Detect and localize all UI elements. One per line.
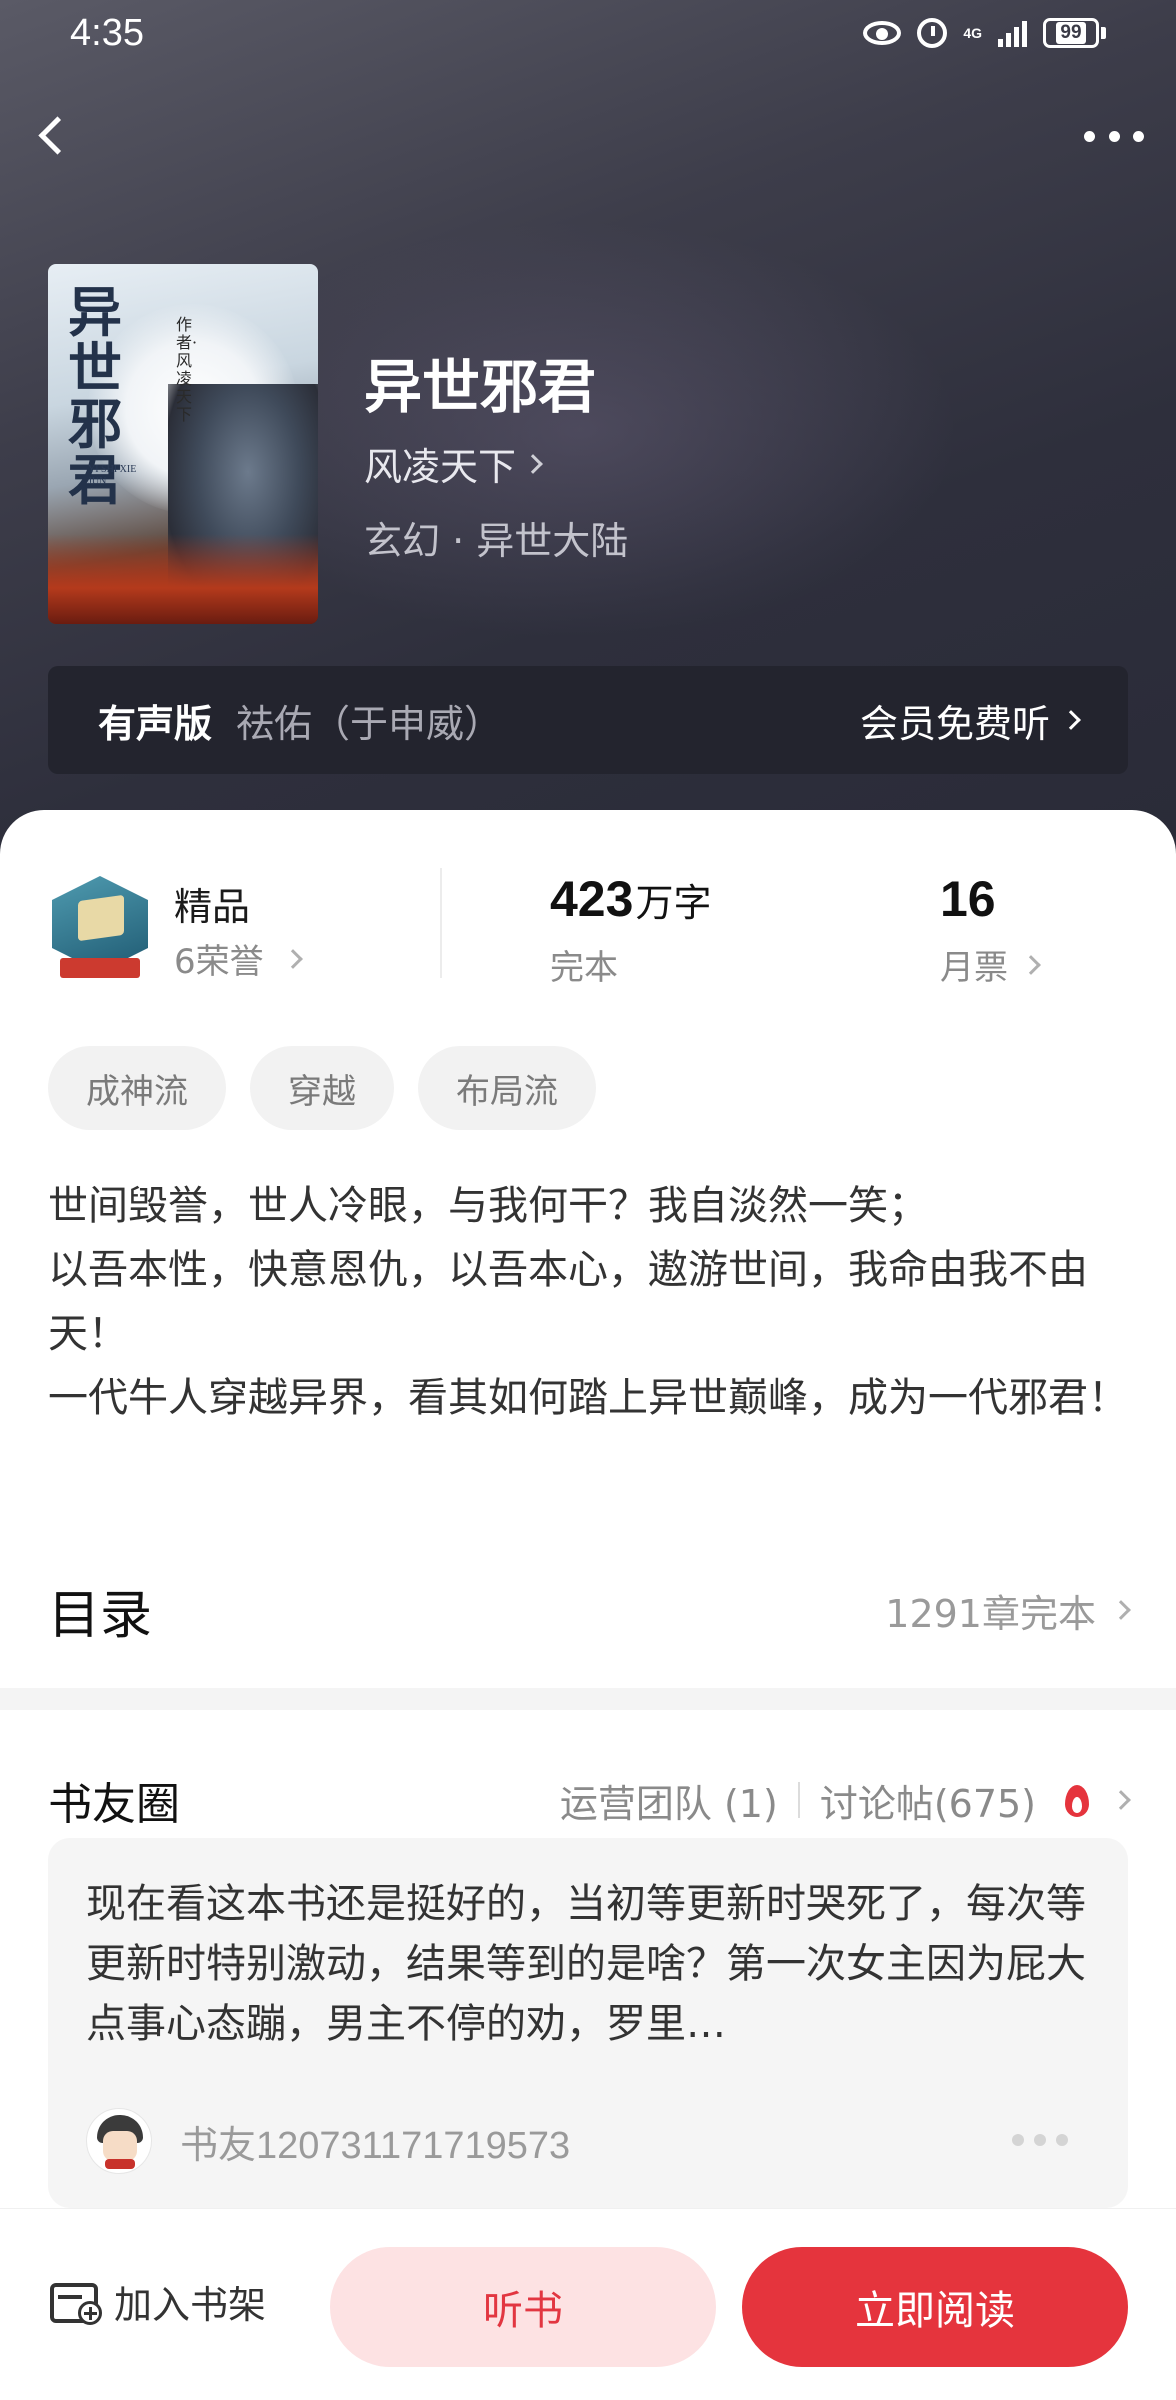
author-name: 风凌天下 <box>364 445 517 489</box>
toc-title: 目录 <box>48 1585 153 1646</box>
divider <box>797 1782 800 1818</box>
intro-line: 一代牛人穿越异界，看其如何踏上异世巅峰，成为一代邪君！ <box>48 1375 1128 1421</box>
circle-title: 书友圈 <box>48 1779 180 1830</box>
monthly-tickets-count: 16 <box>940 871 996 927</box>
chevron-right-icon <box>523 453 543 474</box>
word-count-number: 423 <box>550 871 634 927</box>
book-cover[interactable]: 异世邪君 作者·风凌天下 YI SHI XIE JUN <box>48 264 318 624</box>
chevron-right-icon <box>1111 1790 1131 1810</box>
premium-badge-icon <box>52 876 148 980</box>
avatar <box>86 2108 152 2174</box>
bookshelf-add-icon <box>48 2277 104 2325</box>
battery-level: 99 <box>1056 22 1086 44</box>
circle-meta: 运营团队 (1) 讨论帖(675) <box>560 1773 1131 1828</box>
book-friends-circle: 书友圈 运营团队 (1) 讨论帖(675) 现在看这本书还是挺好的，当初等更新时… <box>0 1710 1176 2208</box>
status-time: 4:35 <box>70 12 144 54</box>
bottom-action-bar: 加入书架 听书 立即阅读 <box>0 2208 1176 2400</box>
discussion-post[interactable]: 现在看这本书还是挺好的，当初等更新时哭死了，每次等更新时特别激动，结果等到的是啥… <box>48 1838 1128 2208</box>
cover-author: 作者·风凌天下 <box>176 315 198 424</box>
word-count: 423 万字 <box>550 870 711 928</box>
post-author[interactable]: 书友120731171719573 <box>86 2106 570 2176</box>
book-intro[interactable]: 世间毁誉，世人冷眼，与我何干？我自淡然一笑； 以吾本性，快意恩仇，以吾本心，遨游… <box>48 1174 1138 1430</box>
toc-chapter-count: 1291章完本 <box>885 1583 1131 1638</box>
divider <box>440 868 442 978</box>
tag-chip[interactable]: 布局流 <box>418 1046 596 1130</box>
chevron-right-icon <box>1111 1600 1131 1620</box>
fire-icon <box>1062 1781 1092 1819</box>
monthly-tickets-link[interactable]: 月票 <box>940 940 1041 989</box>
signal-icon <box>998 19 1027 47</box>
book-title: 异世邪君 <box>364 353 597 421</box>
section-divider <box>0 1688 1176 1710</box>
completion-status: 完本 <box>550 948 618 988</box>
honors-link[interactable]: 6荣誉 <box>174 934 303 983</box>
chevron-right-icon <box>1061 710 1081 730</box>
chevron-right-icon <box>282 948 303 969</box>
listen-button[interactable]: 听书 <box>330 2247 716 2367</box>
book-header: 4:35 4G 99 异世邪君 作者·风凌天下 YI SHI XIE JUN 异… <box>0 0 1176 860</box>
add-to-shelf-label: 加入书架 <box>114 2282 267 2327</box>
audio-narrator: 祛佑（于申威） <box>236 701 503 746</box>
alarm-icon <box>917 18 948 48</box>
author-link[interactable]: 风凌天下 <box>364 436 543 491</box>
book-info-card: 精品 6荣誉 423 万字 完本 16 月票 成神流 穿越 布局流 世间毁誉，世… <box>0 810 1176 1690</box>
tag-chip[interactable]: 成神流 <box>48 1046 226 1130</box>
audio-version-bar[interactable]: 有声版 祛佑（于申威） 会员免费听 <box>48 666 1128 774</box>
book-genre: 玄幻 · 异世大陆 <box>364 519 629 563</box>
post-more-icon[interactable] <box>1012 2134 1068 2146</box>
status-icons: 4G 99 <box>863 18 1106 48</box>
intro-line: 世间毁誉，世人冷眼，与我何干？我自淡然一笑； <box>48 1183 928 1229</box>
word-count-unit: 万字 <box>635 881 712 925</box>
add-to-shelf-button[interactable]: 加入书架 <box>48 2259 266 2343</box>
post-username: 书友120731171719573 <box>180 2124 571 2167</box>
eye-icon <box>863 21 902 45</box>
chapter-count-label: 1291章完本 <box>885 1591 1096 1636</box>
audio-label: 有声版 <box>98 701 213 746</box>
monthly-tickets-label: 月票 <box>940 948 1008 988</box>
discussions-link[interactable]: 讨论帖(675) <box>820 1773 1036 1828</box>
table-of-contents-row[interactable]: 目录 1291章完本 <box>48 1566 1131 1654</box>
battery-icon: 99 <box>1043 18 1106 48</box>
cover-pinyin: YI SHI XIE JUN <box>88 464 137 487</box>
post-text: 现在看这本书还是挺好的，当初等更新时哭死了，每次等更新时特别激动，结果等到的是啥… <box>86 1881 1086 2047</box>
back-icon[interactable] <box>26 108 82 164</box>
quality-label: 精品 <box>174 885 251 929</box>
tag-chip[interactable]: 穿越 <box>250 1046 394 1130</box>
tag-list: 成神流 穿越 布局流 <box>48 1046 596 1130</box>
chevron-right-icon <box>1021 954 1041 975</box>
more-options-icon[interactable] <box>1078 116 1150 156</box>
ops-team-link[interactable]: 运营团队 (1) <box>560 1773 778 1828</box>
honors-count: 6荣誉 <box>174 942 264 982</box>
member-free-listen-link[interactable]: 会员免费听 <box>859 693 1081 748</box>
status-bar: 4:35 4G 99 <box>0 0 1176 72</box>
circle-header[interactable]: 书友圈 运营团队 (1) 讨论帖(675) <box>48 1760 1131 1840</box>
read-now-button[interactable]: 立即阅读 <box>742 2247 1128 2367</box>
member-free-listen-label: 会员免费听 <box>859 701 1050 746</box>
network-type: 4G <box>963 25 982 41</box>
intro-line: 以吾本性，快意恩仇，以吾本心，遨游世间，我命由我不由天！ <box>48 1247 1088 1357</box>
